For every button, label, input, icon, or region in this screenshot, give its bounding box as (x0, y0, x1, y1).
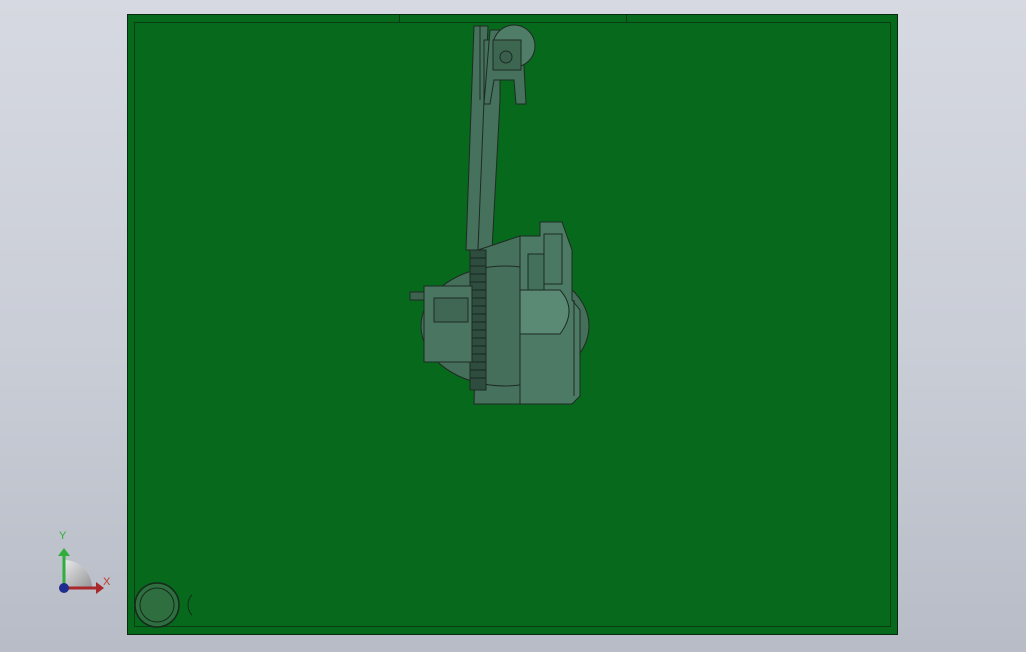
model-geometry[interactable] (0, 0, 1026, 652)
wrist-bolt (499, 50, 513, 64)
coordinate-triad[interactable]: Y X (52, 530, 122, 600)
motor-cover (433, 297, 469, 323)
motor-housing (423, 285, 473, 363)
cad-graphics-viewport[interactable]: Y X (0, 0, 1026, 652)
motor-shaft (409, 291, 425, 301)
triad-y-label: Y (59, 530, 67, 542)
view-sphere-outline-icon (187, 594, 192, 616)
orientation-spheres (134, 582, 192, 628)
triad-x-label: X (103, 576, 111, 588)
shoulder-cylinder (519, 289, 570, 335)
view-sphere-icon (134, 582, 180, 628)
shoulder-rib (543, 233, 563, 285)
shoulder-plate (527, 253, 545, 291)
